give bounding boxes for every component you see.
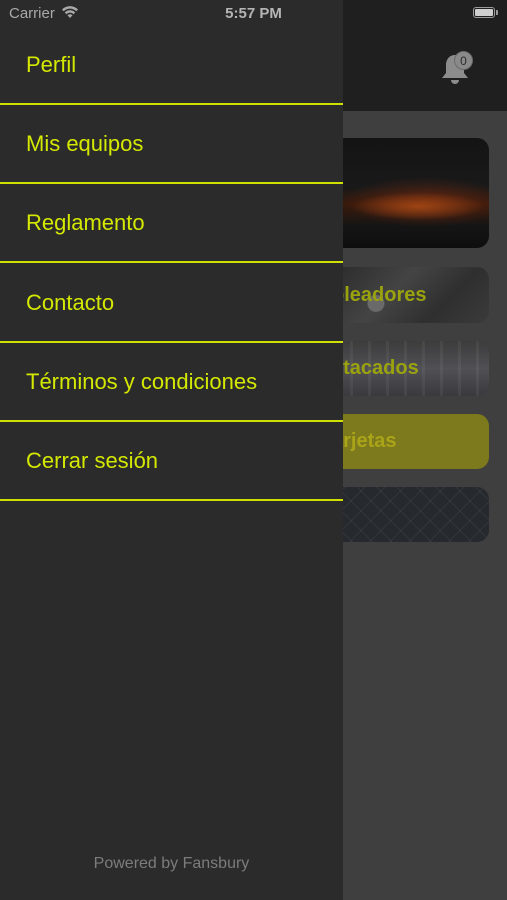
menu-item-perfil[interactable]: Perfil <box>0 27 343 105</box>
menu-item-cerrar-sesion[interactable]: Cerrar sesión <box>0 423 343 501</box>
status-bar: Carrier 5:57 PM <box>0 0 507 28</box>
net-card[interactable] <box>332 487 489 542</box>
cards-card[interactable]: arjetas <box>332 414 489 469</box>
scorers-card-label: oleadores <box>332 283 427 306</box>
menu-item-label: Cerrar sesión <box>26 448 159 473</box>
menu-item-label: Perfil <box>26 52 77 77</box>
battery-tip <box>496 10 498 15</box>
notification-badge: 0 <box>454 51 473 70</box>
menu-item-reglamento[interactable]: Reglamento <box>0 185 343 263</box>
menu-item-label: Términos y condiciones <box>26 369 258 394</box>
menu-item-label: Reglamento <box>26 210 145 235</box>
menu-item-contacto[interactable]: Contacto <box>0 265 343 343</box>
side-drawer: Perfil Mis equipos Reglamento Contacto T… <box>0 0 343 900</box>
powered-by-footer: Powered by Fansbury <box>93 855 250 872</box>
battery-icon <box>473 7 495 18</box>
menu-item-mis-equipos[interactable]: Mis equipos <box>0 106 343 184</box>
menu-item-terminos[interactable]: Términos y condiciones <box>0 344 343 422</box>
featured-card-label: stacados <box>332 357 419 379</box>
menu-item-label: Contacto <box>26 290 115 315</box>
clock: 5:57 PM <box>225 5 282 22</box>
scorers-card[interactable]: oleadores <box>332 267 489 323</box>
menu-item-label: Mis equipos <box>26 131 144 156</box>
hero-card[interactable] <box>332 138 489 248</box>
featured-card[interactable]: stacados <box>332 341 489 396</box>
